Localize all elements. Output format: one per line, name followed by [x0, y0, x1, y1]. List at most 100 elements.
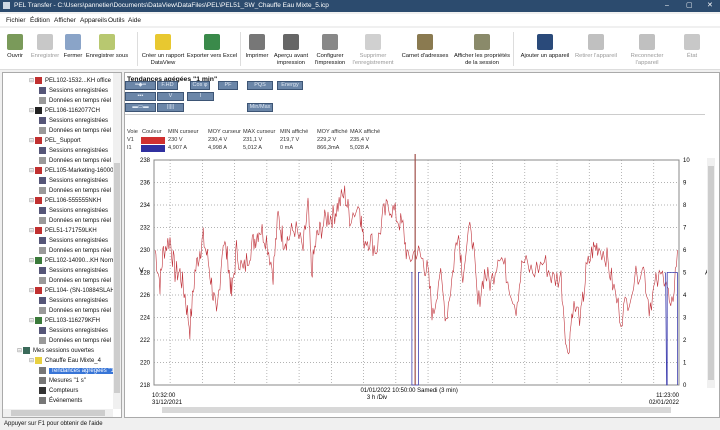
tree-item[interactable]: Sessions enregistrées [39, 146, 108, 156]
chart-horizontal-scrollbar[interactable] [162, 407, 671, 413]
min-max-button[interactable]: Min/Max [247, 103, 273, 112]
toolbar-button-remove-device[interactable]: Retirer l'appareil [568, 28, 624, 70]
fhd-button[interactable]: F.HD [157, 81, 178, 90]
tree-item[interactable]: Données en temps réel [39, 156, 111, 166]
tree-item[interactable]: ⊟ PEL_Support [29, 136, 81, 146]
tree-item[interactable]: Données en temps réel [39, 276, 111, 286]
title-bar: PEL Transfer - C:\Users\pannetier\Docume… [0, 0, 720, 12]
tree-item[interactable]: Sessions enregistrées [39, 176, 108, 186]
tree-item[interactable]: Sessions enregistrées [39, 266, 108, 276]
channel-color-swatch[interactable] [141, 145, 165, 152]
collapse-icon[interactable]: ⊟ [29, 228, 34, 234]
current-button[interactable]: I [187, 92, 214, 101]
tree-item[interactable]: Sessions enregistrées [39, 236, 108, 246]
tree-item[interactable]: ⊟ PEL105-Marketing-16000...NC [29, 166, 121, 176]
collapse-icon[interactable]: ⊟ [29, 258, 34, 264]
tree-item[interactable]: Données en temps réel [39, 306, 111, 316]
menu-edition[interactable]: Édition [30, 17, 50, 24]
channel-color-swatch[interactable] [141, 137, 165, 144]
tree-item[interactable]: Sessions enregistrées [39, 326, 108, 336]
tree-item[interactable]: Données en temps réel [39, 186, 111, 196]
tree-item[interactable]: Sessions enregistrées [39, 116, 108, 126]
menu-outils[interactable]: Outils [108, 17, 125, 24]
device-icon [35, 76, 43, 84]
toolbar-button-report[interactable]: Créer un rapport DataView [135, 28, 191, 70]
collapse-icon[interactable]: ⊟ [29, 78, 34, 84]
menu-fichier[interactable]: Fichier [6, 17, 26, 24]
tree-item[interactable]: Sessions enregistrées [39, 206, 108, 216]
device-icon [35, 106, 43, 114]
tree-item-label: Données en temps réel [49, 128, 112, 134]
device-icon [35, 166, 43, 174]
collapse-icon[interactable]: ⊟ [29, 198, 34, 204]
tree-item[interactable]: Sessions enregistrées [39, 86, 108, 96]
tree-vertical-scrollbar[interactable] [113, 73, 121, 409]
column-header: MOY curseur [208, 129, 241, 135]
toolbar-button-address-book[interactable]: Carnet d'adresses [397, 28, 453, 70]
menu-aide[interactable]: Aide [128, 17, 141, 24]
toolbar-button-delete-record[interactable]: Supprimer l'enregistrement [345, 28, 401, 70]
sessions-icon [39, 206, 46, 214]
realtime-icon [39, 336, 46, 344]
y-tick-label-right: 0 [683, 383, 687, 389]
collapse-icon[interactable]: ⊟ [29, 108, 34, 114]
realtime-icon [39, 246, 46, 254]
collapse-icon[interactable]: ⊟ [29, 138, 34, 144]
tree-item[interactable]: Données en temps réel [39, 96, 111, 106]
cos-phi-button[interactable]: Cos φ [190, 81, 210, 90]
y-tick-label-left: 220 [140, 361, 151, 367]
tree-horizontal-scrollbar[interactable] [3, 409, 113, 417]
toolbar-button-add-device[interactable]: Ajouter un appareil [517, 28, 573, 70]
tree-item[interactable]: ⊟ PEL106-1162077CH [29, 106, 100, 116]
collapse-icon[interactable]: ⊟ [29, 358, 34, 364]
tree-item[interactable]: ⊟ PEL102-14090...KH Normandie [29, 256, 121, 266]
scale-view-button[interactable]: ▬▭▬ [125, 103, 156, 112]
channel-view-button[interactable]: ▪▪▪ [125, 92, 156, 101]
tree-item[interactable]: ⊟ PEL106-555555NKH [29, 196, 101, 206]
y-tick-label-left: 222 [140, 338, 151, 344]
chart-vertical-scrollbar[interactable] [707, 158, 715, 388]
voltage-button[interactable]: V [157, 92, 184, 101]
device-icon [35, 286, 43, 294]
toolbar-button-properties[interactable]: Afficher les propriétés de la session [454, 28, 510, 70]
rms-view-button[interactable]: ━◆━ [125, 81, 156, 90]
menu-appareils[interactable]: Appareils [80, 17, 107, 24]
menu-afficher[interactable]: Afficher [54, 17, 76, 24]
collapse-icon[interactable]: ⊟ [29, 168, 34, 174]
channel-value: 5,028 A [350, 145, 369, 151]
tree-item[interactable]: Données en temps réel [39, 336, 111, 346]
trend-chart[interactable]: 2382362342322302282262242222202181098765… [125, 152, 720, 418]
pf-button[interactable]: PF [218, 81, 238, 90]
toolbar-button-status[interactable]: État [664, 28, 720, 70]
energy-button[interactable]: Energy [277, 81, 303, 90]
tree-item[interactable]: Données en temps réel [39, 246, 111, 256]
tree-item[interactable]: Mesures "1 s" [39, 376, 86, 386]
collapse-icon[interactable]: ⊟ [17, 348, 22, 354]
tree-item-label: PEL106-1162077CH [45, 108, 100, 114]
pqs-button[interactable]: PQS [247, 81, 273, 90]
toolbar-button-save-as[interactable]: Enregistrer sous [79, 28, 135, 70]
tree-item[interactable]: ⊟ PEL104- (SN-10884SLAH) [29, 286, 117, 296]
tree-item[interactable]: ⊟ Chauffe Eau Mixte_4 [29, 356, 101, 366]
tree-item[interactable]: ⊟ PEL103-116279KFH [29, 316, 100, 326]
bars-button[interactable]: ||||| [157, 103, 184, 112]
cursor-time-label: 01/01/2022 10:50:00 Samedi (3 min) [360, 388, 457, 394]
tree-item[interactable]: Événements [39, 396, 82, 406]
tree-item[interactable]: Compteurs [39, 386, 78, 396]
collapse-icon[interactable]: ⊟ [29, 288, 34, 294]
tree-item[interactable]: Données en temps réel [39, 216, 111, 226]
counter-icon [39, 386, 46, 394]
tree-item[interactable]: ⊟ PEL51-171759LKH [29, 226, 97, 236]
tree-item[interactable]: ⊟ PEL102-1532...KH office [29, 76, 111, 86]
minimize-button[interactable]: – [665, 0, 669, 12]
tree-item[interactable]: Données en temps réel [39, 126, 111, 136]
print-setup-icon [322, 34, 338, 50]
close-button[interactable]: ✕ [707, 0, 713, 12]
tree-item[interactable]: Tendances agrégées "1 min" [39, 366, 121, 376]
tree-item[interactable]: Sessions enregistrées [39, 296, 108, 306]
column-header: MIN affiché [280, 129, 309, 135]
maximize-button[interactable]: ▢ [686, 0, 693, 12]
tree-item[interactable]: ⊟ Mes sessions ouvertes [17, 346, 94, 356]
sessions-icon [39, 176, 46, 184]
collapse-icon[interactable]: ⊟ [29, 318, 34, 324]
